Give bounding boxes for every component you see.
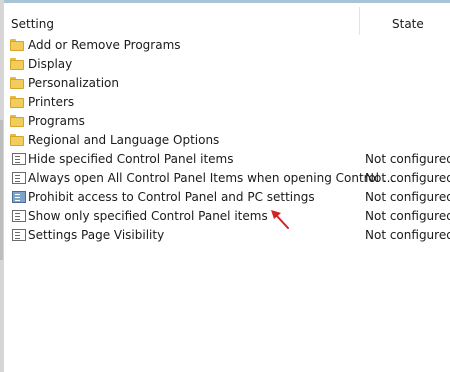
folder-icon [10,58,24,70]
folder-icon [10,115,24,127]
settings-list: Add or Remove Programs Display Personali… [4,36,450,245]
setting-state: Not configured [365,190,450,204]
list-item-folder[interactable]: Printers [4,93,450,112]
setting-label: Settings Page Visibility [28,228,165,242]
list-item-setting[interactable]: Always open All Control Panel Items when… [4,169,450,188]
list-item-folder[interactable]: Programs [4,112,450,131]
folder-label: Programs [28,114,85,128]
setting-label: Always open All Control Panel Items when… [28,171,395,185]
folder-icon [10,96,24,108]
left-scrollbar-thumb[interactable] [0,120,3,260]
list-item-folder[interactable]: Regional and Language Options [4,131,450,150]
folder-label: Display [28,57,73,71]
setting-label: Prohibit access to Control Panel and PC … [28,190,315,204]
setting-state: Not configured [365,228,450,242]
list-item-folder[interactable]: Personalization [4,74,450,93]
setting-state: Not configured [365,209,450,223]
folder-label: Printers [28,95,75,109]
list-item-setting[interactable]: Show only specified Control Panel items … [4,207,450,226]
list-item-setting-prohibit-access[interactable]: Prohibit access to Control Panel and PC … [4,188,450,207]
setting-label: Hide specified Control Panel items [28,152,234,166]
list-item-setting[interactable]: Settings Page Visibility Not configured [4,226,450,245]
column-header-state[interactable]: State [392,17,424,31]
list-header: Setting State [4,3,450,35]
folder-icon [10,134,24,146]
list-item-setting[interactable]: Hide specified Control Panel items Not c… [4,150,450,169]
folder-label: Regional and Language Options [28,133,220,147]
folder-icon [10,77,24,89]
setting-label: Show only specified Control Panel items [28,209,268,223]
policy-setting-icon [12,210,26,222]
policy-setting-icon [12,153,26,165]
annotation-arrow-icon [271,210,289,229]
column-divider[interactable] [359,7,360,35]
setting-state: Not configured [365,171,450,185]
policy-setting-icon [12,229,26,241]
folder-label: Personalization [28,76,119,90]
policy-setting-icon [12,172,26,184]
setting-state: Not configured [365,152,450,166]
folder-label: Add or Remove Programs [28,38,181,52]
list-item-folder[interactable]: Display [4,55,450,74]
folder-icon [10,39,24,51]
column-header-setting[interactable]: Setting [11,17,54,31]
policy-setting-selected-icon [12,191,26,203]
list-item-folder[interactable]: Add or Remove Programs [4,36,450,55]
